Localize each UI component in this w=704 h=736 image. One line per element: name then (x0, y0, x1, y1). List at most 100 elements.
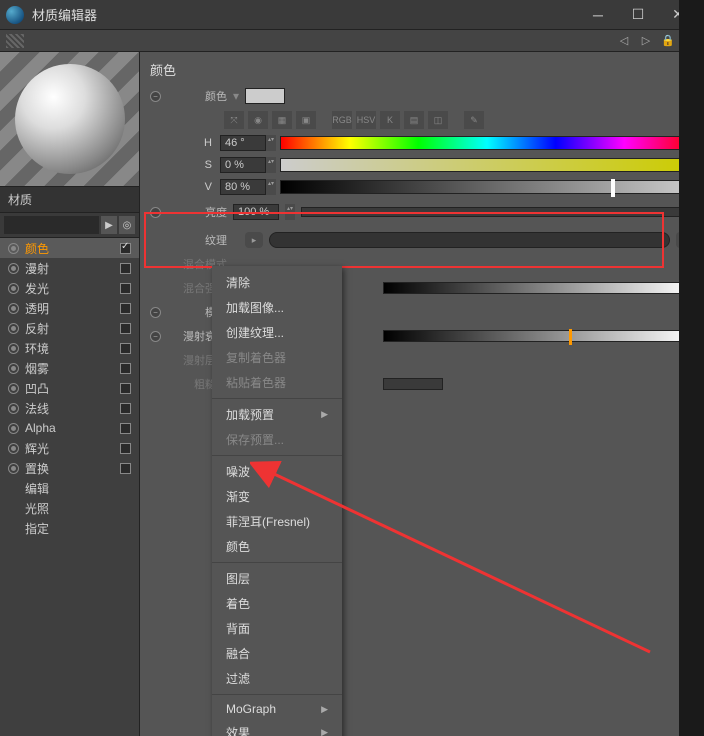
eyedropper-icon[interactable]: ✎ (464, 111, 484, 129)
s-spinner[interactable]: ▴▾ (266, 157, 276, 173)
channel-radio[interactable] (8, 243, 19, 254)
color-swatch[interactable] (245, 88, 285, 104)
expand-brightness[interactable]: − (150, 207, 161, 218)
menu-gradient[interactable]: 渐变 (212, 484, 342, 509)
menu-back[interactable]: 背面 (212, 616, 342, 641)
channel-checkbox[interactable] (120, 383, 131, 394)
prev-icon[interactable]: ◁ (616, 33, 632, 49)
channel-lumin[interactable]: 发光 (0, 278, 139, 298)
s-value[interactable]: 0 % (220, 157, 266, 173)
search-input[interactable] (4, 216, 99, 234)
channel-checkbox[interactable] (120, 263, 131, 274)
hsv-button[interactable]: HSV (356, 111, 376, 129)
channel-normal[interactable]: 法线 (0, 398, 139, 418)
channel-radio[interactable] (8, 383, 19, 394)
k-button[interactable]: K (380, 111, 400, 129)
v-spinner[interactable]: ▴▾ (266, 179, 276, 195)
menu-noise[interactable]: 噪波 (212, 459, 342, 484)
menu-create-texture[interactable]: 创建纹理... (212, 320, 342, 345)
expand-color[interactable]: − (150, 91, 161, 102)
spectrum-icon[interactable]: ▦ (272, 111, 292, 129)
channel-radio[interactable] (8, 443, 19, 454)
search-target-icon[interactable]: ◎ (119, 216, 135, 234)
minimize-button[interactable]: ─ (578, 1, 618, 29)
texture-slot[interactable] (269, 232, 670, 248)
menu-copy-shader[interactable]: 复制着色器 (212, 345, 342, 370)
channel-radio[interactable] (8, 343, 19, 354)
menu-effect[interactable]: 效果▶ (212, 720, 342, 736)
channel-fog[interactable]: 烟雾 (0, 358, 139, 378)
brightness-spinner[interactable]: ▴▾ (285, 204, 295, 220)
channel-checkbox[interactable] (120, 403, 131, 414)
channel-checkbox[interactable] (120, 463, 131, 474)
channel-checkbox[interactable] (120, 323, 131, 334)
channel-radio[interactable] (8, 263, 19, 274)
rgb-button[interactable]: RGB (332, 111, 352, 129)
sat-slider[interactable] (280, 158, 694, 172)
channel-radio[interactable] (8, 403, 19, 414)
channel-checkbox[interactable] (120, 303, 131, 314)
menu-filter[interactable]: 过滤 (212, 666, 342, 691)
channel-color[interactable]: 颜色 (0, 238, 139, 258)
pin-icon[interactable]: ⤧ (224, 111, 244, 129)
menu-load-image[interactable]: 加载图像... (212, 295, 342, 320)
next-icon[interactable]: ▷ (638, 33, 654, 49)
channel-radio[interactable] (8, 423, 19, 434)
channel-checkbox[interactable] (120, 283, 131, 294)
channel-checkbox[interactable] (120, 423, 131, 434)
channel-checkbox[interactable] (120, 443, 131, 454)
channel-radio[interactable] (8, 323, 19, 334)
chevron-down-icon[interactable]: ▾ (233, 89, 239, 103)
rough-slider[interactable] (383, 378, 443, 390)
v-value[interactable]: 80 % (220, 179, 266, 195)
menu-tint[interactable]: 着色 (212, 591, 342, 616)
channel-radio[interactable] (8, 303, 19, 314)
menu-save-preset[interactable]: 保存预置... (212, 427, 342, 452)
hue-slider[interactable] (280, 136, 694, 150)
channel-checkbox[interactable] (120, 243, 131, 254)
menu-color[interactable]: 颜色 (212, 534, 342, 559)
channel-edit[interactable]: 编辑 (0, 478, 139, 498)
channel-radio[interactable] (8, 463, 19, 474)
expand-model[interactable]: − (150, 307, 161, 318)
val-slider[interactable] (280, 180, 694, 194)
menu-fuse[interactable]: 融合 (212, 641, 342, 666)
channel-env[interactable]: 环境 (0, 338, 139, 358)
menu-fresnel[interactable]: 菲涅耳(Fresnel) (212, 509, 342, 534)
material-name[interactable]: 材质 (0, 187, 139, 213)
brightness-value[interactable]: 100 % (233, 204, 279, 220)
falloff-slider[interactable] (383, 330, 694, 342)
channel-diffuse[interactable]: 漫射 (0, 258, 139, 278)
menu-clear[interactable]: 清除 (212, 270, 342, 295)
channel-checkbox[interactable] (120, 363, 131, 374)
lock-icon[interactable]: 🔒 (660, 33, 676, 49)
brightness-slider[interactable] (301, 207, 694, 217)
maximize-button[interactable]: ☐ (618, 1, 658, 29)
menu-layer[interactable]: 图层 (212, 566, 342, 591)
blendstr-slider[interactable] (383, 282, 694, 294)
material-preview[interactable] (0, 52, 139, 187)
expand-falloff[interactable]: − (150, 331, 161, 342)
texture-menu-button[interactable]: ▸ (245, 232, 263, 248)
wheel-icon[interactable]: ◉ (248, 111, 268, 129)
channel-radio[interactable] (8, 283, 19, 294)
channel-alpha[interactable]: Alpha (0, 418, 139, 438)
h-value[interactable]: 46 ° (220, 135, 266, 151)
channel-illum[interactable]: 光照 (0, 498, 139, 518)
channel-bump[interactable]: 凹凸 (0, 378, 139, 398)
menu-mograph[interactable]: MoGraph▶ (212, 698, 342, 720)
picture-icon[interactable]: ▣ (296, 111, 316, 129)
channel-transp[interactable]: 透明 (0, 298, 139, 318)
channel-reflect[interactable]: 反射 (0, 318, 139, 338)
swatches-icon[interactable]: ◫ (428, 111, 448, 129)
search-go[interactable]: ▶ (101, 216, 117, 234)
channel-disp[interactable]: 置换 (0, 458, 139, 478)
menu-paste-shader[interactable]: 粘贴着色器 (212, 370, 342, 395)
channel-assign[interactable]: 指定 (0, 518, 139, 538)
mixer-icon[interactable]: ▤ (404, 111, 424, 129)
channel-glow[interactable]: 辉光 (0, 438, 139, 458)
channel-radio[interactable] (8, 363, 19, 374)
menu-load-preset[interactable]: 加载预置▶ (212, 402, 342, 427)
h-spinner[interactable]: ▴▾ (266, 135, 276, 151)
channel-checkbox[interactable] (120, 343, 131, 354)
